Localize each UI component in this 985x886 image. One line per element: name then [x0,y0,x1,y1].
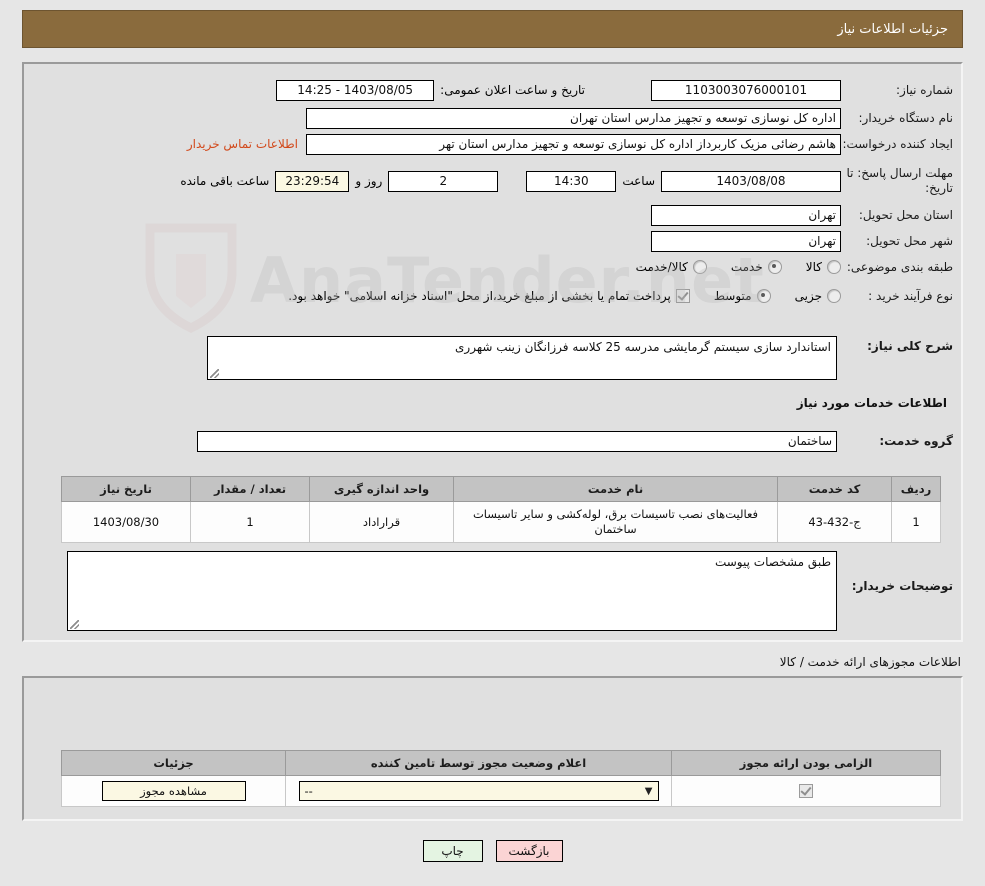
delivery-province-field[interactable]: تهران [651,205,841,226]
page-title: جزئیات اطلاعات نیاز [837,22,962,37]
remaining-clock-field: 23:29:54 [275,171,349,192]
th-need-date: تاریخ نیاز [62,477,191,502]
print-button[interactable]: چاپ [423,840,483,862]
buyer-notes-label: توضیحات خریدار: [837,551,961,593]
summary-textarea[interactable]: استاندارد سازی سیستم گرمایشی مدرسه 25 کل… [207,336,837,380]
back-button[interactable]: بازگشت [496,840,563,862]
delivery-province-label: استان محل تحویل: [841,208,961,222]
process-option-medium[interactable]: متوسط [714,289,771,303]
th-quantity: تعداد / مقدار [191,477,310,502]
category-option-service[interactable]: خدمت [731,260,782,274]
announce-datetime-field[interactable]: 1403/08/05 - 14:25 [276,80,434,101]
request-creator-label: ایجاد کننده درخواست: [841,137,961,151]
radio-medium-icon[interactable] [757,289,771,303]
deadline-hour-label: ساعت [616,174,661,188]
buyer-org-field[interactable]: اداره کل نوسازی توسعه و تجهیز مدارس استا… [306,108,841,129]
purchase-process-label: نوع فرآیند خرید : [841,289,961,303]
days-and-label: روز و [349,174,388,188]
view-permit-button[interactable]: مشاهده مجوز [102,781,246,801]
cell-quantity: 1 [191,502,310,543]
delivery-city-label: شهر محل تحویل: [841,234,961,248]
need-number-label: شماره نیاز: [841,83,961,97]
permit-status-value: -- [305,784,313,798]
delivery-city-field[interactable]: تهران [651,231,841,252]
permits-table: الزامی بودن ارائه مجوز اعلام وضعیت مجوز … [61,750,941,807]
services-table-header-row: ردیف کد خدمت نام خدمت واحد اندازه گیری ت… [62,477,941,502]
cell-unit: قراراداد [310,502,454,543]
radio-service-icon[interactable] [768,260,782,274]
permits-panel: الزامی بودن ارائه مجوز اعلام وضعیت مجوز … [22,676,963,821]
th-service-code: کد خدمت [778,477,892,502]
permit-status-select[interactable]: ▼ -- [299,781,659,801]
footer-actions: بازگشت چاپ [0,840,985,862]
table-row: ▼ -- مشاهده مجوز [62,776,941,807]
services-table: ردیف کد خدمت نام خدمت واحد اندازه گیری ت… [61,476,941,543]
radio-minor-icon[interactable] [827,289,841,303]
deadline-label: مهلت ارسال پاسخ: تا تاریخ: [841,166,961,196]
request-creator-field[interactable]: هاشم رضائی مزیک کاربرداز اداره کل نوسازی… [306,134,841,155]
need-number-field[interactable]: 1103003076000101 [651,80,841,101]
permits-section-label: اطلاعات مجوزهای ارائه خدمت / کالا [780,655,961,669]
page-header-bar: جزئیات اطلاعات نیاز [22,10,963,48]
cell-need-date: 1403/08/30 [62,502,191,543]
cell-permit-details: مشاهده مجوز [62,776,286,807]
chevron-down-icon: ▼ [645,786,653,797]
permits-table-header-row: الزامی بودن ارائه مجوز اعلام وضعیت مجوز … [62,751,941,776]
treasury-checkbox-group[interactable]: پرداخت تمام یا بخشی از مبلغ خرید،از محل … [288,289,690,303]
permit-required-checkbox-icon [799,784,813,798]
category-label: طبقه بندی موضوعی: [841,260,961,274]
treasury-checkbox-icon[interactable] [676,289,690,303]
announce-datetime-label: تاریخ و ساعت اعلان عمومی: [434,83,591,97]
table-row: 1 ج-432-43 فعالیت‌های نصب تاسیسات برق، ل… [62,502,941,543]
category-option-goods-service[interactable]: کالا/خدمت [636,260,707,274]
process-option-medium-label: متوسط [714,289,752,303]
cell-service-name: فعالیت‌های نصب تاسیسات برق، لوله‌کشی و س… [454,502,778,543]
buyer-notes-textarea[interactable]: طبق مشخصات پیوست [67,551,837,631]
th-unit: واحد اندازه گیری [310,477,454,502]
treasury-checkbox-text: پرداخت تمام یا بخشی از مبلغ خرید،از محل … [288,289,671,303]
deadline-time-field[interactable]: 14:30 [526,171,616,192]
process-option-minor[interactable]: جزیی [795,289,841,303]
summary-label: شرح کلی نیاز: [837,336,961,353]
remaining-days-field[interactable]: 2 [388,171,498,192]
need-details-panel: شماره نیاز: 1103003076000101 تاریخ و ساع… [22,62,963,642]
buyer-contact-link[interactable]: اطلاعات تماس خریدار [187,137,298,151]
process-option-minor-label: جزیی [795,289,822,303]
remaining-suffix-label: ساعت باقی مانده [174,174,275,188]
radio-goods-icon[interactable] [827,260,841,274]
th-permit-required: الزامی بودن ارائه مجوز [672,751,941,776]
th-permit-status: اعلام وضعیت مجوز توسط تامین کننده [286,751,672,776]
deadline-date-field[interactable]: 1403/08/08 [661,171,841,192]
category-option-goods[interactable]: کالا [806,260,841,274]
buyer-org-label: نام دستگاه خریدار: [841,111,961,125]
category-option-goods-service-label: کالا/خدمت [636,260,688,274]
service-group-label: گروه خدمت: [837,434,961,448]
services-info-title: اطلاعات خدمات مورد نیاز [797,396,947,410]
th-index: ردیف [892,477,941,502]
radio-goods-service-icon[interactable] [693,260,707,274]
th-service-name: نام خدمت [454,477,778,502]
cell-index: 1 [892,502,941,543]
cell-permit-status: ▼ -- [286,776,672,807]
service-group-field[interactable]: ساختمان [197,431,837,452]
cell-permit-required [672,776,941,807]
category-option-service-label: خدمت [731,260,763,274]
th-permit-details: جزئیات [62,751,286,776]
cell-service-code: ج-432-43 [778,502,892,543]
category-option-goods-label: کالا [806,260,822,274]
